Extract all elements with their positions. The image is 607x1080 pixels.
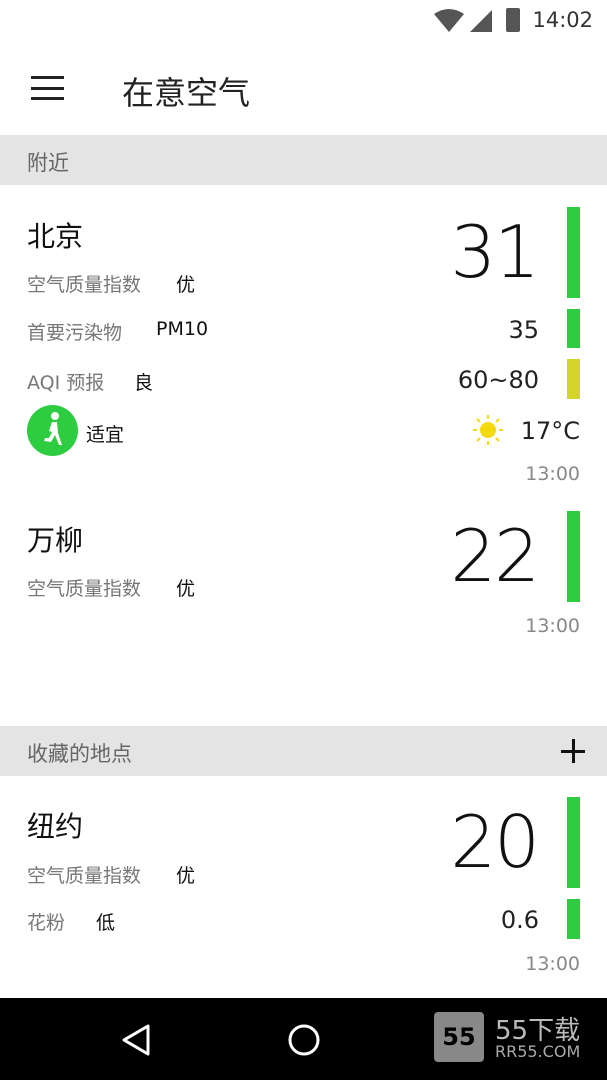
pollutant-bar: [567, 309, 580, 348]
navigation-bar: 55 55下载 RR55.COM: [0, 998, 607, 1080]
city-name: 北京: [27, 220, 84, 253]
watermark-subtext: RR55.COM: [495, 1042, 581, 1061]
battery-icon: [506, 8, 520, 32]
aqi-label: 空气质量指数: [27, 578, 142, 600]
forecast-value: 60~80: [457, 366, 539, 394]
city-name: 万柳: [27, 524, 84, 557]
forecast-bar: [567, 359, 580, 399]
aqi-value: 20: [450, 800, 540, 884]
forecast-label: AQI 预报: [27, 372, 105, 394]
home-icon[interactable]: [287, 1023, 321, 1057]
plus-icon[interactable]: [561, 739, 585, 763]
aqi-bar: [567, 797, 580, 888]
aqi-bar: [567, 207, 580, 298]
section-title: 附近: [27, 151, 69, 175]
pollutant-label: 首要污染物: [27, 322, 123, 344]
clock: 14:02: [532, 8, 593, 32]
wifi-signal-icon: [434, 9, 492, 32]
pollen-level: 低: [96, 912, 116, 934]
aqi-level: 优: [176, 274, 196, 296]
watermark-logo: 55: [434, 1012, 484, 1062]
section-nearby: 附近: [0, 135, 607, 185]
update-time: 13:00: [525, 463, 580, 485]
sun-icon: [473, 415, 503, 445]
pollen-bar: [567, 899, 580, 939]
back-icon[interactable]: [120, 1023, 152, 1057]
forecast-level: 良: [134, 372, 154, 394]
running-icon: [27, 405, 78, 456]
temperature: 17°C: [520, 417, 580, 445]
aqi-level: 优: [176, 578, 196, 600]
section-favorites: 收藏的地点: [0, 726, 607, 776]
pollutant: PM10: [156, 318, 209, 340]
status-bar: 14:02: [0, 0, 607, 42]
update-time: 13:00: [525, 615, 580, 637]
city-name: 纽约: [27, 810, 84, 843]
toolbar: 在意空气: [0, 42, 607, 135]
update-time: 13:00: [525, 953, 580, 975]
aqi-value: 22: [450, 514, 540, 598]
pollutant-value: 35: [508, 316, 539, 344]
aqi-value: 31: [450, 210, 540, 294]
section-title: 收藏的地点: [27, 742, 132, 766]
aqi-label: 空气质量指数: [27, 865, 142, 887]
activity-status: 适宜: [86, 424, 125, 446]
aqi-level: 优: [176, 865, 196, 887]
app-title: 在意空气: [122, 74, 251, 112]
aqi-label: 空气质量指数: [27, 274, 142, 296]
pollen-label: 花粉: [27, 912, 66, 934]
aqi-bar: [567, 511, 580, 602]
pollen-value: 0.6: [500, 906, 539, 934]
menu-icon[interactable]: [31, 76, 64, 100]
